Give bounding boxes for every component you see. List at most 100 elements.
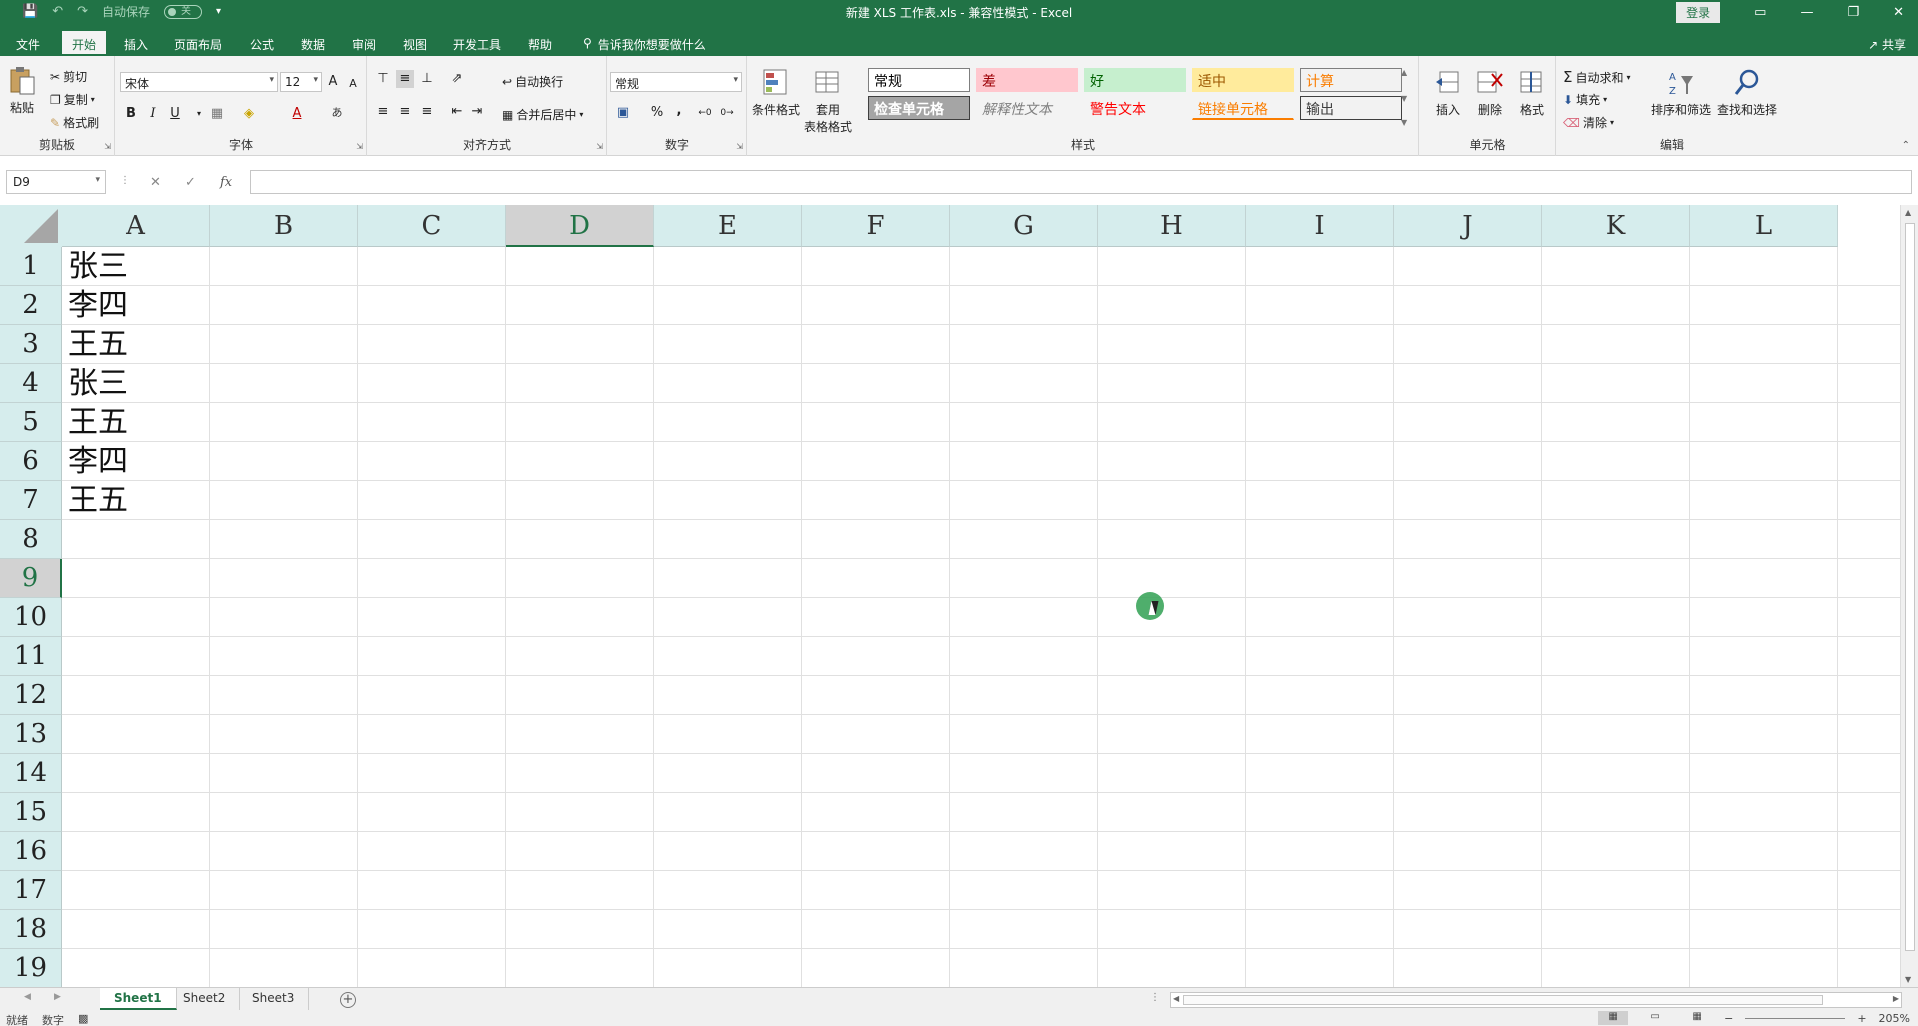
column-header-d[interactable]: D — [506, 205, 654, 247]
tab-data[interactable]: 数据 — [301, 36, 325, 53]
cell-a3[interactable]: 王五 — [68, 325, 128, 364]
row-header-16[interactable]: 16 — [0, 832, 62, 871]
cell-a6[interactable]: 李四 — [68, 442, 128, 481]
align-top-icon[interactable]: ⊤ — [374, 70, 392, 88]
row-header-14[interactable]: 14 — [0, 754, 62, 793]
tab-insert[interactable]: 插入 — [124, 36, 148, 53]
vertical-scrollbar[interactable]: ▲ ▼ — [1900, 205, 1918, 987]
paste-button[interactable]: 粘贴 — [8, 66, 36, 116]
cell-a7[interactable]: 王五 — [68, 481, 128, 520]
format-painter-button[interactable]: ✎ 格式刷 — [50, 114, 99, 131]
row-header-2[interactable]: 2 — [0, 286, 62, 325]
sort-filter-button[interactable]: AZ 排序和筛选 — [1651, 68, 1711, 118]
macro-record-icon[interactable]: ▩ — [78, 1012, 88, 1026]
sheet-tab-sheet2[interactable]: Sheet2 — [169, 988, 241, 1010]
clear-button[interactable]: ⌫ 清除 ▾ — [1563, 114, 1614, 131]
merge-center-button[interactable]: ▦ 合并后居中 ▾ — [502, 106, 583, 123]
horizontal-scroll-thumb[interactable] — [1183, 995, 1823, 1005]
zoom-level[interactable]: 205% — [1879, 1012, 1910, 1025]
tab-formulas[interactable]: 公式 — [250, 36, 274, 53]
tab-review[interactable]: 审阅 — [352, 36, 376, 53]
cancel-icon[interactable]: ✕ — [150, 175, 161, 190]
font-color-icon[interactable]: A — [288, 105, 306, 123]
scroll-left-icon[interactable]: ◀ — [1173, 994, 1179, 1003]
restore-icon[interactable]: ❐ — [1847, 5, 1859, 20]
tab-help[interactable]: 帮助 — [528, 36, 552, 53]
font-size-select[interactable]: 12 — [280, 72, 322, 92]
tell-me-box[interactable]: ⚲ 告诉我你想要做什么 — [583, 36, 706, 53]
column-header-b[interactable]: B — [210, 205, 358, 247]
add-sheet-button[interactable]: + — [340, 992, 356, 1008]
column-header-k[interactable]: K — [1542, 205, 1690, 247]
next-sheet-icon[interactable]: ▶ — [54, 992, 61, 1002]
font-name-select[interactable]: 宋体 — [120, 72, 278, 92]
zoom-in-icon[interactable]: + — [1857, 1012, 1866, 1025]
column-header-a[interactable]: A — [62, 205, 210, 247]
conditional-formatting-button[interactable]: 条件格式 — [752, 68, 800, 118]
phonetic-icon[interactable]: あ — [328, 104, 346, 122]
collapse-ribbon-icon[interactable]: ⌃ — [1902, 140, 1910, 151]
minimize-icon[interactable]: — — [1800, 5, 1813, 20]
shrink-font-button[interactable]: A — [344, 75, 362, 93]
underline-button[interactable]: U — [166, 105, 184, 123]
format-cells-button[interactable]: 格式 — [1518, 68, 1546, 118]
copy-button[interactable]: ❐ 复制 ▾ — [50, 91, 95, 108]
cut-button[interactable]: ✂ 剪切 — [50, 68, 87, 85]
bold-button[interactable]: B — [122, 105, 140, 123]
style-output[interactable]: 输出 — [1300, 96, 1402, 120]
normal-view-icon[interactable]: ▦ — [1598, 1011, 1629, 1025]
ribbon-display-icon[interactable]: ▭ — [1754, 5, 1766, 20]
border-icon[interactable]: ▦ — [208, 105, 226, 123]
style-neutral[interactable]: 适中 — [1192, 68, 1294, 92]
row-header-5[interactable]: 5 — [0, 403, 62, 442]
prev-sheet-icon[interactable]: ◀ — [24, 992, 31, 1002]
fill-button[interactable]: ⬇ 填充 ▾ — [1563, 91, 1607, 108]
row-header-7[interactable]: 7 — [0, 481, 62, 520]
row-header-13[interactable]: 13 — [0, 715, 62, 754]
scroll-right-icon[interactable]: ▶ — [1893, 994, 1899, 1003]
style-linked-cell[interactable]: 链接单元格 — [1192, 96, 1294, 120]
login-button[interactable]: 登录 — [1676, 2, 1721, 23]
page-layout-view-icon[interactable]: ▭ — [1640, 1011, 1670, 1025]
align-center-icon[interactable]: ≡ — [396, 103, 414, 121]
align-middle-icon[interactable]: ≡ — [396, 70, 414, 88]
style-good[interactable]: 好 — [1084, 68, 1186, 92]
dialog-launcher-icon[interactable]: ⇲ — [104, 142, 111, 151]
column-header-l[interactable]: L — [1690, 205, 1838, 247]
align-left-icon[interactable]: ≡ — [374, 103, 392, 121]
row-header-10[interactable]: 10 — [0, 598, 62, 637]
gallery-up-icon[interactable]: ▲ — [1401, 68, 1407, 77]
cell-area[interactable] — [62, 247, 1900, 987]
row-header-15[interactable]: 15 — [0, 793, 62, 832]
scroll-up-icon[interactable]: ▲ — [1905, 208, 1911, 217]
gallery-more-icon[interactable]: ▼ — [1401, 118, 1407, 127]
increase-indent-icon[interactable]: ⇥ — [468, 103, 486, 121]
orientation-icon[interactable]: ⇗ — [448, 70, 466, 88]
wrap-text-button[interactable]: ↩ 自动换行 — [502, 73, 563, 90]
row-header-3[interactable]: 3 — [0, 325, 62, 364]
chevron-down-icon[interactable]: ▾ — [190, 105, 208, 123]
style-explanatory-text[interactable]: 解释性文本 — [976, 96, 1078, 120]
gallery-down-icon[interactable]: ▼ — [1401, 94, 1407, 103]
autosum-button[interactable]: Σ 自动求和 ▾ — [1563, 68, 1631, 86]
horizontal-scrollbar[interactable]: ◀ ▶ — [1170, 992, 1902, 1008]
vertical-scroll-thumb[interactable] — [1905, 223, 1915, 951]
cell-a2[interactable]: 李四 — [68, 286, 128, 325]
format-as-table-button[interactable]: 套用 表格格式 — [804, 68, 852, 135]
find-select-button[interactable]: 查找和选择 — [1717, 68, 1777, 118]
italic-button[interactable]: I — [144, 105, 162, 123]
enter-icon[interactable]: ✓ — [185, 175, 196, 190]
name-box[interactable]: D9 — [6, 170, 106, 194]
percent-button[interactable]: % — [648, 104, 666, 122]
style-normal[interactable]: 常规 — [868, 68, 970, 92]
decrease-decimal-icon[interactable]: 0→ — [718, 104, 736, 122]
column-header-g[interactable]: G — [950, 205, 1098, 247]
grow-font-button[interactable]: A — [324, 73, 342, 91]
row-header-6[interactable]: 6 — [0, 442, 62, 481]
tab-view[interactable]: 视图 — [403, 36, 427, 53]
share-button[interactable]: ↗ 共享 — [1868, 36, 1906, 53]
cell-a4[interactable]: 张三 — [68, 364, 128, 403]
increase-decimal-icon[interactable]: ←0 — [696, 104, 714, 122]
tab-developer[interactable]: 开发工具 — [453, 36, 501, 53]
row-header-8[interactable]: 8 — [0, 520, 62, 559]
